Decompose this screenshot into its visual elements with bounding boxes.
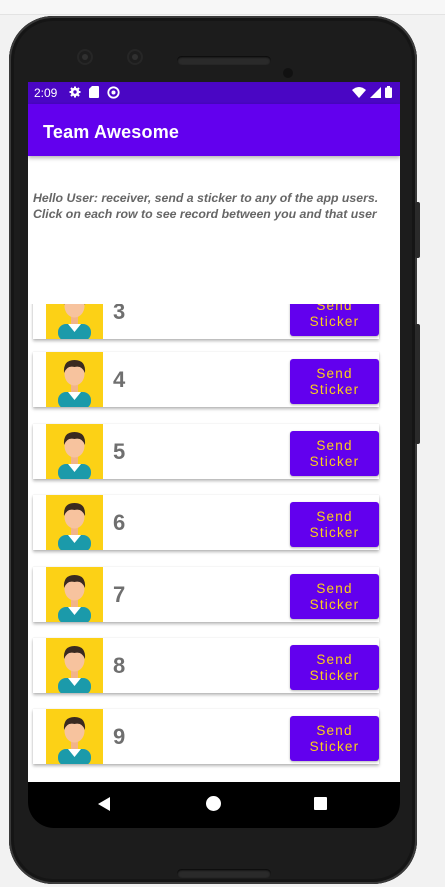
sticker-label: Sticker [309, 596, 360, 612]
app-screen: 2:09 Team Awesome Hello User: receiver, … [28, 82, 400, 782]
intro-text: Hello User: receiver, send a sticker to … [33, 191, 379, 221]
user-avatar-icon [46, 709, 103, 764]
volume-button [415, 324, 420, 444]
user-avatar-icon [46, 352, 103, 407]
sd-card-icon [89, 86, 99, 98]
user-row[interactable]: 4 Send Sticker [33, 352, 379, 407]
status-time: 2:09 [34, 86, 58, 100]
send-sticker-button[interactable]: Send Sticker [290, 502, 379, 547]
app-bar: Team Awesome [28, 104, 400, 156]
earpiece-speaker [177, 56, 271, 65]
status-bar: 2:09 [28, 82, 400, 104]
send-sticker-button[interactable]: Send Sticker [290, 304, 379, 336]
recents-icon[interactable] [314, 797, 327, 810]
app-title: Team Awesome [43, 122, 180, 142]
user-number: 3 [113, 304, 126, 324]
user-number: 9 [113, 724, 126, 749]
browser-top-strip [0, 0, 445, 15]
sync-icon [107, 86, 120, 99]
back-icon[interactable] [98, 797, 110, 811]
send-sticker-button[interactable]: Send Sticker [290, 359, 379, 404]
send-label: Send [316, 580, 353, 596]
bottom-speaker [177, 869, 271, 878]
send-sticker-button[interactable]: Send Sticker [290, 431, 379, 476]
front-camera-icon [127, 49, 143, 65]
front-camera-icon [77, 49, 93, 65]
user-list[interactable]: 3 Send Sticker 4 Send Sticker 5 Send Sticke… [28, 304, 400, 782]
user-avatar-icon [46, 495, 103, 550]
send-label: Send [316, 651, 353, 667]
sticker-label: Sticker [309, 524, 360, 540]
signal-icon [370, 86, 381, 98]
send-label: Send [316, 365, 353, 381]
sticker-label: Sticker [309, 453, 360, 469]
battery-icon [385, 86, 392, 98]
user-row[interactable]: 6 Send Sticker [33, 495, 379, 550]
send-label: Send [316, 722, 353, 738]
user-avatar-icon [46, 424, 103, 479]
user-number: 4 [113, 367, 126, 392]
sticker-label: Sticker [309, 313, 360, 329]
user-number: 7 [113, 582, 126, 607]
sticker-label: Sticker [309, 667, 360, 683]
sticker-label: Sticker [309, 381, 360, 397]
send-sticker-button[interactable]: Send Sticker [290, 716, 379, 761]
user-row[interactable]: 8 Send Sticker [33, 638, 379, 693]
send-sticker-button[interactable]: Send Sticker [290, 574, 379, 619]
user-number: 8 [113, 653, 126, 678]
send-label: Send [316, 304, 353, 313]
user-row[interactable]: 9 Send Sticker [33, 709, 379, 764]
proximity-sensor [283, 68, 293, 78]
user-avatar-icon [46, 304, 103, 339]
send-sticker-button[interactable]: Send Sticker [290, 645, 379, 690]
user-row[interactable]: 7 Send Sticker [33, 567, 379, 622]
sticker-label: Sticker [309, 738, 360, 754]
user-number: 5 [113, 439, 126, 464]
user-avatar-icon [46, 638, 103, 693]
system-nav-bar [28, 782, 400, 828]
gear-icon [69, 86, 81, 98]
user-row[interactable]: 5 Send Sticker [33, 424, 379, 479]
power-button [415, 202, 420, 258]
send-label: Send [316, 508, 353, 524]
home-icon[interactable] [206, 796, 221, 811]
send-label: Send [316, 437, 353, 453]
user-number: 6 [113, 510, 126, 535]
wifi-icon [352, 86, 366, 98]
user-avatar-icon [46, 567, 103, 622]
user-row[interactable]: 3 Send Sticker [33, 304, 379, 339]
